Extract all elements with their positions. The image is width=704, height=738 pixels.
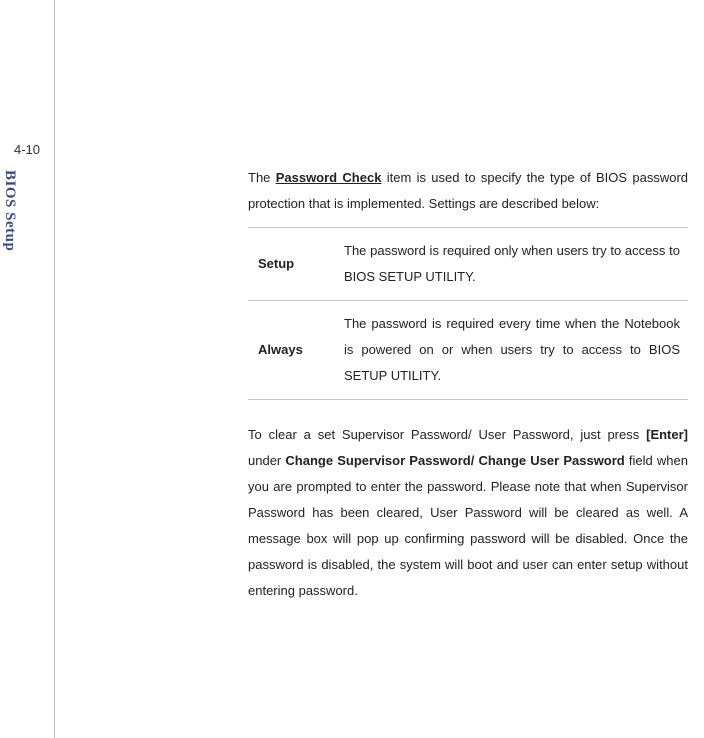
change-password-field: Change Supervisor Password/ Change User … bbox=[285, 453, 624, 468]
clear-password-paragraph: To clear a set Supervisor Password/ User… bbox=[248, 422, 688, 604]
page-number: 4-10 bbox=[14, 142, 40, 157]
setting-label: Setup bbox=[248, 228, 334, 301]
enter-key: [Enter] bbox=[646, 427, 688, 442]
margin-rule bbox=[54, 0, 55, 738]
clear-text-2: under bbox=[248, 453, 285, 468]
section-spine-label: BIOS Setup bbox=[1, 170, 18, 251]
password-check-term: Password Check bbox=[276, 170, 382, 185]
setting-label: Always bbox=[248, 301, 334, 400]
intro-paragraph: The Password Check item is used to speci… bbox=[248, 165, 688, 217]
intro-prefix: The bbox=[248, 170, 276, 185]
setting-description: The password is required only when users… bbox=[334, 228, 688, 301]
clear-text-1: To clear a set Supervisor Password/ User… bbox=[248, 427, 646, 442]
clear-text-3: field when you are prompted to enter the… bbox=[248, 453, 688, 598]
table-row: Setup The password is required only when… bbox=[248, 228, 688, 301]
setting-description: The password is required every time when… bbox=[334, 301, 688, 400]
body-content: The Password Check item is used to speci… bbox=[248, 165, 688, 604]
table-row: Always The password is required every ti… bbox=[248, 301, 688, 400]
settings-table: Setup The password is required only when… bbox=[248, 227, 688, 400]
document-page: 4-10 BIOS Setup The Password Check item … bbox=[0, 0, 704, 738]
